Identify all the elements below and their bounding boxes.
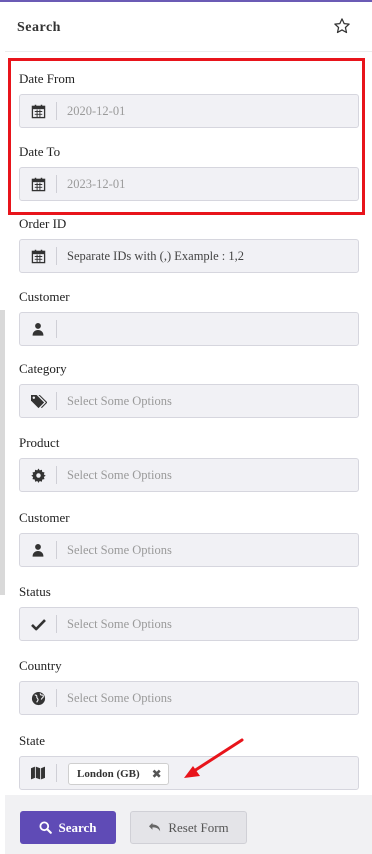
- tags-icon: [20, 385, 56, 417]
- highlight-box: [8, 58, 365, 215]
- input-separator: [56, 689, 57, 707]
- product-select[interactable]: Select Some Options: [19, 458, 359, 492]
- panel-header: Search: [5, 2, 372, 52]
- input-separator: [56, 764, 57, 782]
- field-label: Country: [19, 658, 62, 673]
- undo-icon: [149, 822, 161, 831]
- product-field: Product Select Some Options: [19, 434, 359, 492]
- field-label: Customer: [19, 289, 70, 304]
- order-id-field: Order ID Separate IDs with (,) Example :…: [19, 215, 359, 273]
- annotation-arrow-icon: [184, 738, 244, 778]
- category-placeholder: Select Some Options: [67, 394, 172, 408]
- star-icon[interactable]: [332, 16, 352, 36]
- user-icon: [20, 313, 56, 345]
- product-placeholder: Select Some Options: [67, 468, 172, 482]
- input-separator: [56, 247, 57, 265]
- search-button-label: Search: [58, 819, 97, 835]
- globe-icon: [20, 682, 56, 714]
- field-label: Status: [19, 584, 51, 599]
- field-label: Order ID: [19, 216, 67, 231]
- form-footer: Search Reset Form: [5, 795, 372, 854]
- status-placeholder: Select Some Options: [67, 617, 172, 631]
- gear-icon: [20, 459, 56, 491]
- selected-tag: London (GB) ✖: [68, 763, 169, 785]
- reset-form-button[interactable]: Reset Form: [130, 811, 247, 844]
- remove-tag-icon[interactable]: ✖: [152, 764, 162, 784]
- country-placeholder: Select Some Options: [67, 691, 172, 705]
- country-field: Country Select Some Options: [19, 657, 359, 715]
- input-separator: [56, 615, 57, 633]
- customer-select-field: Customer Select Some Options: [19, 509, 359, 567]
- selected-tag-label: London (GB): [77, 768, 140, 780]
- map-icon: [20, 757, 56, 789]
- country-select[interactable]: Select Some Options: [19, 681, 359, 715]
- input-separator: [56, 392, 57, 410]
- order-id-placeholder: Separate IDs with (,) Example : 1,2: [67, 249, 245, 263]
- input-separator: [56, 320, 57, 338]
- check-icon: [20, 608, 56, 640]
- field-label: Category: [19, 361, 67, 376]
- customer-input[interactable]: [19, 312, 359, 346]
- input-separator: [56, 541, 57, 559]
- category-select[interactable]: Select Some Options: [19, 384, 359, 418]
- field-label: Product: [19, 435, 60, 450]
- search-icon: [39, 821, 53, 834]
- input-separator: [56, 466, 57, 484]
- order-id-input[interactable]: Separate IDs with (,) Example : 1,2: [19, 239, 359, 273]
- reset-form-label: Reset Form: [168, 819, 229, 835]
- user-icon: [20, 534, 56, 566]
- page-title: Search: [17, 20, 61, 35]
- category-field: Category Select Some Options: [19, 360, 359, 418]
- customer-select-placeholder: Select Some Options: [67, 543, 172, 557]
- customer-field: Customer: [19, 288, 359, 346]
- search-button[interactable]: Search: [20, 811, 116, 844]
- field-label: Customer: [19, 510, 70, 525]
- calendar-icon: [20, 240, 56, 272]
- status-select[interactable]: Select Some Options: [19, 607, 359, 641]
- customer-select[interactable]: Select Some Options: [19, 533, 359, 567]
- status-field: Status Select Some Options: [19, 583, 359, 641]
